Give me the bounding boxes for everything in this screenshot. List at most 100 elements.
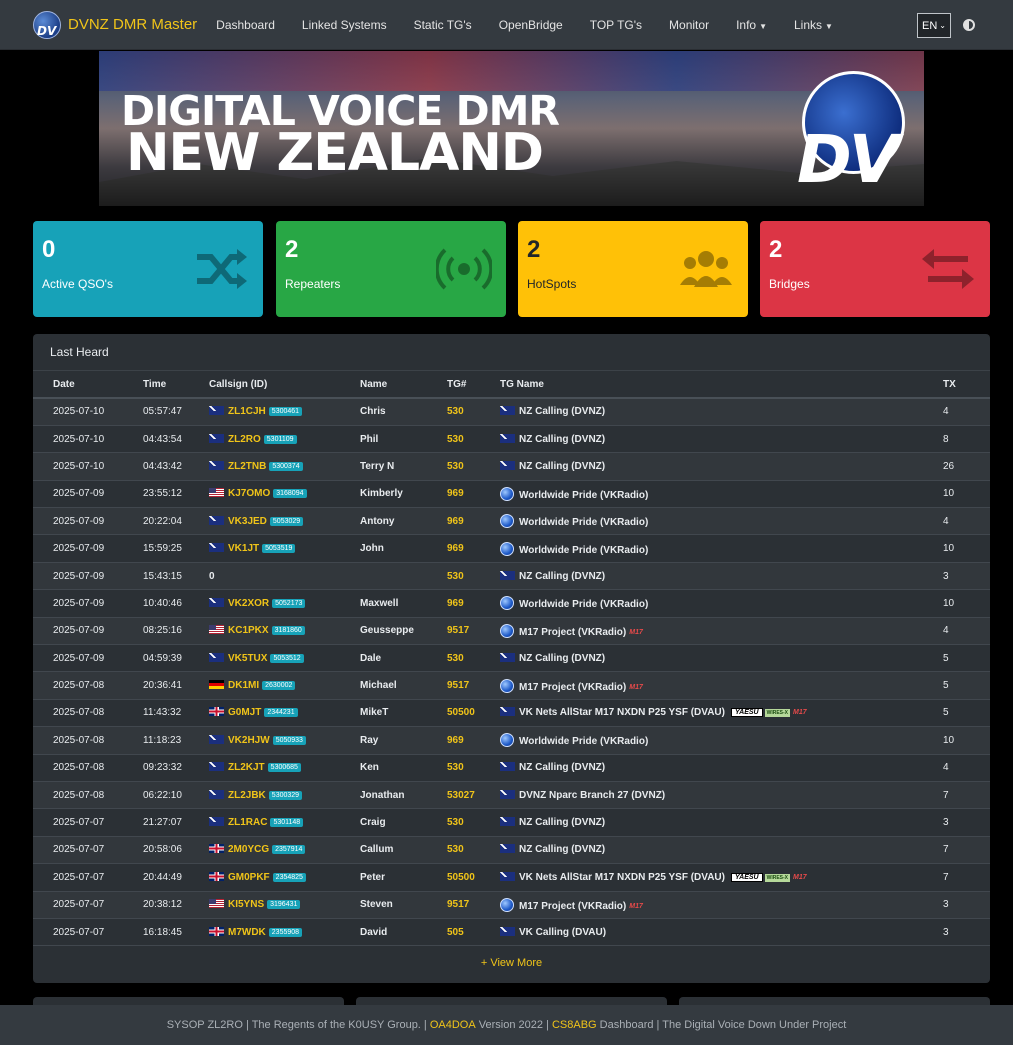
cell-name: Dale — [360, 644, 447, 673]
callsign-link[interactable]: VK2XOR — [228, 598, 269, 609]
table-row: 2025-07-10 04:43:54 ZL2RO 5301109 Phil 530 NZ … — [33, 425, 990, 454]
flag-nz-icon — [209, 406, 224, 416]
cell-time: 21:27:07 — [143, 808, 209, 837]
cell-name: Maxwell — [360, 589, 447, 618]
nav-links-dropdown[interactable]: Links ▼ — [794, 18, 833, 32]
cell-tg[interactable]: 530 — [447, 562, 500, 591]
cell-tg[interactable]: 530 — [447, 452, 500, 481]
footer-link-oa4doa[interactable]: OA4DOA — [430, 1019, 476, 1031]
col-time[interactable]: Time — [143, 371, 209, 399]
cell-tg[interactable]: 53027 — [447, 781, 500, 810]
card-bridges: 2 Bridges — [760, 221, 990, 317]
brand-title[interactable]: DVNZ DMR Master — [68, 16, 197, 33]
table-row: 2025-07-09 20:22:04 VK3JED 5053029 Antony 969… — [33, 507, 990, 536]
cell-tg[interactable]: 530 — [447, 644, 500, 673]
callsign-link[interactable]: DK1MI — [228, 680, 259, 691]
cell-name: Peter — [360, 863, 447, 892]
caret-down-icon: ▼ — [759, 21, 767, 31]
tg-name-text: NZ Calling (DVNZ) — [519, 844, 606, 856]
col-tg[interactable]: TG# — [447, 371, 500, 399]
cell-date: 2025-07-09 — [33, 617, 143, 646]
nav-info-dropdown[interactable]: Info ▼ — [736, 18, 767, 32]
cell-tg-name: Worldwide Pride (VKRadio) — [500, 589, 943, 618]
cell-tx: 4 — [943, 507, 990, 536]
view-more-link[interactable]: + View More — [33, 957, 990, 969]
cell-tg[interactable]: 530 — [447, 836, 500, 865]
cell-tg[interactable]: 969 — [447, 507, 500, 536]
callsign-link[interactable]: M7WDK — [228, 927, 266, 938]
col-date[interactable]: Date — [33, 371, 143, 399]
cell-tg[interactable]: 505 — [447, 918, 500, 947]
cell-time: 15:43:15 — [143, 562, 209, 591]
m17-logo-icon: M17 — [792, 873, 807, 881]
cell-tx: 10 — [943, 589, 990, 618]
callsign-link[interactable]: KJ7OMO — [228, 488, 270, 499]
brand-logo-icon: DV — [33, 10, 61, 39]
nav-static-tgs[interactable]: Static TG's — [414, 18, 472, 32]
nav-linked-systems[interactable]: Linked Systems — [302, 18, 387, 32]
cell-tx: 10 — [943, 534, 990, 563]
callsign-link[interactable]: ZL2RO — [228, 434, 261, 445]
nav-top-tgs[interactable]: TOP TG's — [590, 18, 642, 32]
cell-tg[interactable]: 969 — [447, 480, 500, 509]
cell-tg[interactable]: 9517 — [447, 617, 500, 646]
cell-tg[interactable]: 969 — [447, 534, 500, 563]
nav-openbridge[interactable]: OpenBridge — [499, 18, 563, 32]
flag-au-icon — [500, 762, 515, 772]
cell-tg[interactable]: 50500 — [447, 863, 500, 892]
language-select[interactable]: EN ⌄ — [917, 13, 951, 38]
callsign-link[interactable]: VK3JED — [228, 516, 267, 527]
cell-tg[interactable]: 50500 — [447, 699, 500, 728]
callsign-link[interactable]: KI5YNS — [228, 899, 264, 910]
callsign-link[interactable]: KC1PKX — [228, 625, 269, 636]
nav-dashboard[interactable]: Dashboard — [216, 18, 275, 32]
dmr-id-badge: 5301109 — [263, 434, 297, 444]
flag-nz-icon — [209, 789, 224, 799]
cell-callsign: KC1PKX 3181860 — [209, 617, 360, 646]
footer-text-3: Dashboard | The Digital Voice Down Under… — [599, 1019, 847, 1031]
callsign-link[interactable]: VK2HJW — [228, 735, 270, 746]
callsign-link[interactable]: GM0PKF — [228, 872, 270, 883]
callsign-link[interactable]: VK1JT — [228, 543, 259, 554]
callsign-link[interactable]: 2M0YCG — [228, 844, 269, 855]
col-tg-name[interactable]: TG Name — [500, 371, 943, 399]
table-row: 2025-07-07 16:18:45 M7WDK 2355908 David 505 VK… — [33, 918, 990, 947]
callsign-link[interactable]: G0MJT — [228, 707, 261, 718]
wires-logo-icon: WIRES-X — [764, 709, 790, 718]
yaesu-logo-icon: YAESU — [730, 708, 763, 718]
cell-tg[interactable]: 530 — [447, 754, 500, 782]
callsign-link[interactable]: ZL1RAC — [228, 817, 267, 828]
brand[interactable]: DV DVNZ DMR Master — [33, 10, 197, 39]
cell-tg-name: Worldwide Pride (VKRadio) — [500, 480, 943, 509]
dmr-id-badge: 5052173 — [272, 598, 306, 608]
cell-tg[interactable]: 530 — [447, 425, 500, 454]
nav-monitor[interactable]: Monitor — [669, 18, 709, 32]
globe-icon — [500, 596, 514, 611]
cell-time: 23:55:12 — [143, 480, 209, 509]
callsign-link[interactable]: ZL2TNB — [228, 461, 266, 472]
hero-banner: DIGITAL VOICE DMR NEW ZEALAND DV — [99, 51, 924, 206]
cell-tx: 10 — [943, 726, 990, 755]
table-row: 2025-07-09 23:55:12 KJ7OMO 3168094 Kimberly 9… — [33, 480, 990, 509]
callsign-link[interactable]: ZL2KJT — [228, 762, 265, 773]
callsign-link[interactable]: ZL1CJH — [228, 406, 266, 417]
col-callsign[interactable]: Callsign (ID) — [209, 371, 360, 399]
theme-toggle-icon[interactable] — [963, 19, 975, 31]
cell-tg-name: VK Calling (DVAU) — [500, 918, 943, 947]
cell-tg[interactable]: 530 — [447, 808, 500, 837]
col-tx[interactable]: TX — [943, 371, 990, 399]
cell-tg[interactable]: 9517 — [447, 891, 500, 919]
dmr-id-badge: 2344231 — [264, 708, 298, 718]
col-name[interactable]: Name — [360, 371, 447, 399]
dmr-id-badge: 2630002 — [262, 681, 296, 691]
cell-tg[interactable]: 969 — [447, 726, 500, 755]
cell-name: Chris — [360, 398, 447, 426]
cell-tg[interactable]: 530 — [447, 398, 500, 426]
callsign-link[interactable]: VK5TUX — [228, 653, 267, 664]
last-heard-panel: Last Heard Date Time Callsign (ID) Name … — [33, 334, 990, 983]
footer-link-cs8abg[interactable]: CS8ABG — [552, 1019, 597, 1031]
callsign-link[interactable]: ZL2JBK — [228, 790, 266, 801]
cell-tg[interactable]: 9517 — [447, 671, 500, 700]
cell-tg[interactable]: 969 — [447, 589, 500, 618]
cell-name: Antony — [360, 507, 447, 536]
